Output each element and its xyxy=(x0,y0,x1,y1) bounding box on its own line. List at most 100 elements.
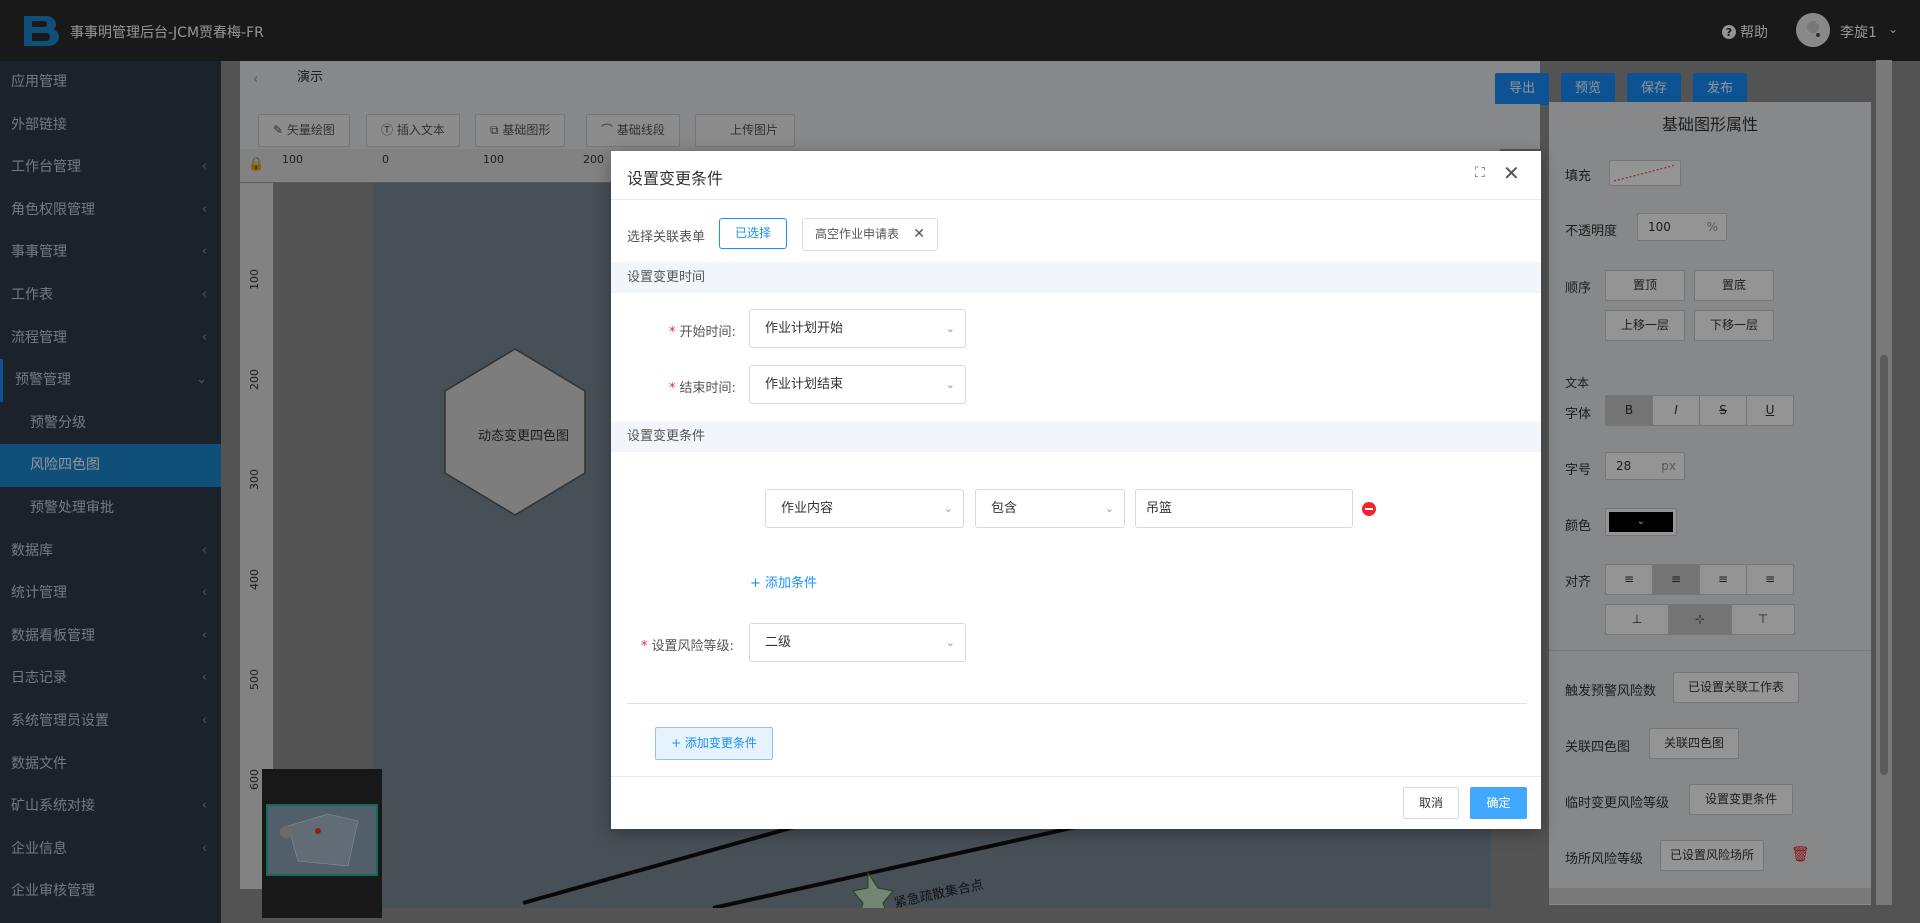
color-picker[interactable]: ⌄ xyxy=(1605,508,1677,536)
sidebar-item-workbench[interactable]: 工作台管理 ‹ xyxy=(0,146,221,189)
insert-text-tool[interactable]: Ⓣ 插入文本 xyxy=(366,114,460,147)
font-label: 字体 xyxy=(1565,407,1592,422)
confirm-button[interactable]: 确定 xyxy=(1470,787,1527,819)
align-bottom-icon[interactable]: ⊥ xyxy=(1605,604,1669,635)
fill-swatch[interactable] xyxy=(1609,160,1681,186)
close-icon[interactable]: ✕ xyxy=(913,219,925,250)
dialog-header: 设置变更条件 ⛶ ✕ xyxy=(611,151,1541,200)
basic-shape-tool[interactable]: ⧉ 基础图形 xyxy=(475,114,566,147)
move-up-button[interactable]: 上移一层 xyxy=(1605,310,1685,341)
close-icon[interactable]: ✕ xyxy=(1503,161,1520,185)
sidebar-item-mine-integration[interactable]: 矿山系统对接 ‹ xyxy=(0,785,221,828)
assoc-map-label: 关联四色图 xyxy=(1565,740,1631,755)
selected-form-button[interactable]: 已选择 xyxy=(719,218,787,249)
cancel-button[interactable]: 取消 xyxy=(1403,787,1459,819)
fullscreen-icon[interactable]: ⛶ xyxy=(1475,165,1485,181)
sidebar-item-statistics[interactable]: 统计管理 ‹ xyxy=(0,572,221,615)
lock-icon[interactable]: 🔒 xyxy=(248,157,264,172)
remove-condition-icon[interactable] xyxy=(1362,502,1376,516)
condition-value-input[interactable]: 吊篮 xyxy=(1135,489,1353,528)
start-time-label: * 开始时间: xyxy=(669,325,736,340)
vector-draw-tool[interactable]: ✎ 矢量绘图 xyxy=(258,114,350,147)
horizontal-scrollbar[interactable] xyxy=(1549,888,1871,904)
sidebar-item-dashboards[interactable]: 数据看板管理 ‹ xyxy=(0,615,221,658)
sidebar: 应用管理 外部链接 工作台管理 ‹ 角色权限管理 ‹ 事事管理 ‹ 工作表 ‹ 流程管理… xyxy=(0,61,221,923)
underline-button[interactable]: U xyxy=(1746,395,1794,426)
chevron-down-icon: ⌄ xyxy=(1104,502,1114,515)
align-right-icon[interactable]: ≡ xyxy=(1699,564,1747,595)
chevron-down-icon: ⌄ xyxy=(945,322,955,335)
minimap-viewport[interactable] xyxy=(266,804,378,876)
text-icon: Ⓣ xyxy=(381,123,397,137)
sidebar-item-database[interactable]: 数据库 ‹ xyxy=(0,530,221,573)
align-left-icon[interactable]: ≡ xyxy=(1605,564,1653,595)
send-to-bottom-button[interactable]: 置底 xyxy=(1694,270,1774,301)
chevron-left-icon: ‹ xyxy=(201,670,207,686)
opacity-label: 不透明度 xyxy=(1565,224,1618,239)
end-time-select[interactable]: 作业计划结束 ⌄ xyxy=(749,365,966,404)
opacity-input[interactable]: 100 % xyxy=(1637,213,1727,241)
set-change-condition-button[interactable]: 设置变更条件 xyxy=(1689,784,1793,815)
sidebar-item-roles[interactable]: 角色权限管理 ‹ xyxy=(0,189,221,232)
minimap[interactable] xyxy=(262,769,382,918)
bring-to-top-button[interactable]: 置顶 xyxy=(1605,270,1685,301)
sidebar-item-logs[interactable]: 日志记录 ‹ xyxy=(0,657,221,700)
avatar[interactable] xyxy=(1796,13,1830,47)
align-justify-icon[interactable]: ≡ xyxy=(1746,564,1794,595)
align-middle-icon[interactable]: ⊹ xyxy=(1668,604,1732,635)
add-change-condition-button[interactable]: + 添加变更条件 xyxy=(655,727,773,760)
chevron-left-icon: ‹ xyxy=(201,201,207,217)
font-size-label: 字号 xyxy=(1565,463,1592,478)
export-button[interactable]: 导出 xyxy=(1495,73,1550,105)
sidebar-item-data-files[interactable]: 数据文件 xyxy=(0,743,221,786)
sidebar-item-workflow[interactable]: 流程管理 ‹ xyxy=(0,317,221,360)
username[interactable]: 李旋1 xyxy=(1840,22,1877,42)
linked-worksheet-button[interactable]: 已设置关联工作表 xyxy=(1673,672,1799,703)
chevron-left-icon: ‹ xyxy=(201,329,207,345)
sidebar-item-alerts[interactable]: 预警管理 ⌄ xyxy=(0,359,221,402)
condition-operator-select[interactable]: 包含 ⌄ xyxy=(975,489,1125,528)
align-top-icon[interactable]: ⊤ xyxy=(1731,604,1795,635)
move-down-button[interactable]: 下移一层 xyxy=(1694,310,1774,341)
strikethrough-button[interactable]: S xyxy=(1699,395,1747,426)
chevron-left-icon: ‹ xyxy=(201,244,207,260)
back-icon[interactable]: ‹ xyxy=(253,72,258,87)
assoc-map-button[interactable]: 关联四色图 xyxy=(1649,728,1739,759)
properties-title: 基础图形属性 xyxy=(1661,115,1758,134)
delete-icon[interactable]: 🗑 xyxy=(1791,845,1810,863)
sidebar-item-risk-map[interactable]: 风险四色图 xyxy=(0,444,221,487)
sidebar-item-app-management[interactable]: 应用管理 xyxy=(0,61,221,104)
bold-button[interactable]: B xyxy=(1605,395,1653,426)
sidebar-item-external-links[interactable]: 外部链接 xyxy=(0,104,221,147)
sidebar-item-sysadmin[interactable]: 系统管理员设置 ‹ xyxy=(0,700,221,743)
temp-change-label: 临时变更风险等级 xyxy=(1565,796,1670,811)
sidebar-item-worksheets[interactable]: 工作表 ‹ xyxy=(0,274,221,317)
publish-button[interactable]: 发布 xyxy=(1693,73,1748,105)
preview-button[interactable]: 预览 xyxy=(1561,73,1616,105)
help-label: 帮助 xyxy=(1740,25,1768,41)
line-icon: ⌒ xyxy=(601,123,617,137)
help-link[interactable]: ? 帮助 xyxy=(1722,22,1768,42)
condition-field-select[interactable]: 作业内容 ⌄ xyxy=(765,489,964,528)
place-risk-label: 场所风险等级 xyxy=(1565,852,1644,867)
risk-place-button[interactable]: 已设置风险场所 xyxy=(1660,840,1764,871)
risk-level-select[interactable]: 二级 ⌄ xyxy=(749,623,966,662)
sidebar-item-affairs[interactable]: 事事管理 ‹ xyxy=(0,231,221,274)
italic-button[interactable]: I xyxy=(1652,395,1700,426)
upload-image-tool[interactable]: 上传图片 xyxy=(695,114,795,147)
align-center-icon[interactable]: ≡ xyxy=(1652,564,1700,595)
text-section-label: 文本 xyxy=(1565,376,1590,390)
dialog-title: 设置变更条件 xyxy=(627,169,724,188)
sidebar-item-company-info[interactable]: 企业信息 ‹ xyxy=(0,828,221,871)
font-size-input[interactable]: 28 px xyxy=(1605,452,1685,480)
chevron-left-icon: ‹ xyxy=(201,542,207,558)
start-time-select[interactable]: 作业计划开始 ⌄ xyxy=(749,309,966,348)
sidebar-item-alert-levels[interactable]: 预警分级 xyxy=(0,402,221,445)
sidebar-item-alert-approval[interactable]: 预警处理审批 xyxy=(0,487,221,530)
basic-line-tool[interactable]: ⌒ 基础线段 xyxy=(586,114,680,147)
sidebar-item-company-review[interactable]: 企业审核管理 xyxy=(0,870,221,913)
chevron-down-icon[interactable]: ⌄ xyxy=(1888,22,1898,36)
save-button[interactable]: 保存 xyxy=(1627,73,1682,105)
add-condition-link[interactable]: + 添加条件 xyxy=(750,572,817,591)
scrollbar-thumb[interactable] xyxy=(1880,355,1888,775)
